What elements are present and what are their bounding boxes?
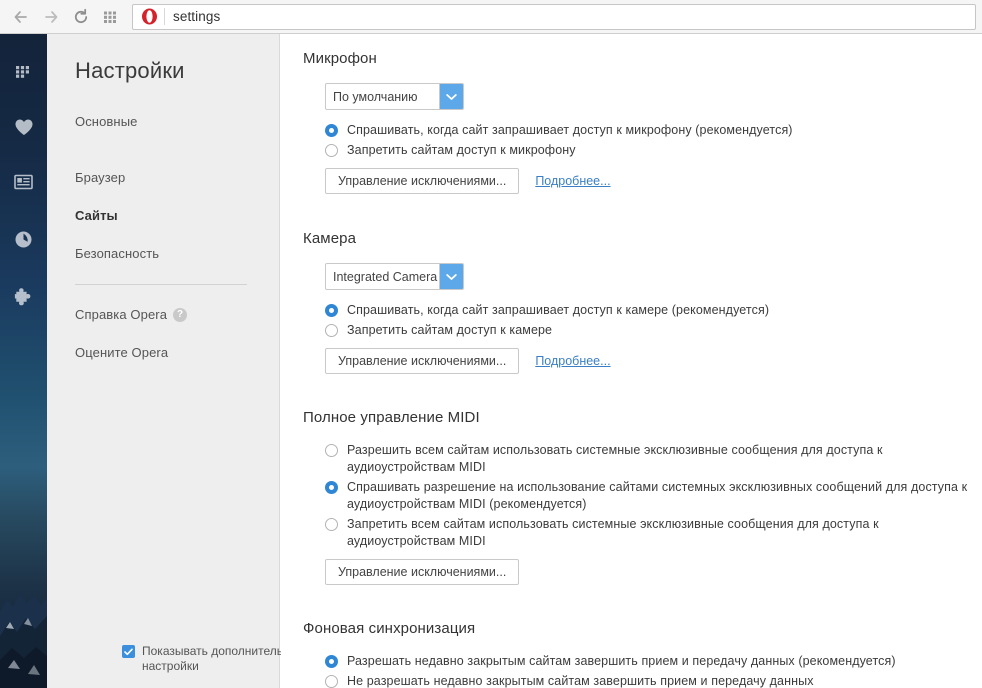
settings-nav-panel: Настройки Основные Браузер Сайты Безопас… [47, 34, 305, 688]
news-icon [13, 173, 34, 191]
background-sync-option-block-label: Не разрешать недавно закрытым сайтам зав… [347, 674, 814, 688]
radio-button [325, 304, 338, 317]
camera-learn-more-link[interactable]: Подробнее... [535, 354, 610, 368]
sidebar-item-sites[interactable]: Сайты [75, 208, 260, 223]
radio-button [325, 124, 338, 137]
section-title-microphone: Микрофон [303, 50, 377, 67]
browser-toolbar: settings [0, 0, 982, 34]
rail-item-news[interactable] [0, 167, 47, 197]
address-bar[interactable]: settings [132, 3, 976, 30]
speed-dial-grid-icon [103, 9, 119, 25]
sidebar-item-browser[interactable]: Браузер [75, 170, 260, 185]
microphone-manage-exceptions-button[interactable]: Управление исключениями... [325, 168, 520, 194]
back-button[interactable] [6, 4, 36, 30]
rail-item-speed-dial[interactable] [0, 56, 47, 86]
clock-icon [14, 230, 33, 249]
question-mark-icon: ? [173, 307, 188, 322]
radio-button [325, 481, 338, 494]
puzzle-icon [14, 287, 33, 306]
camera-device-select[interactable]: Integrated Camera ( [325, 263, 464, 290]
page-title: Настройки [75, 58, 185, 83]
radio-button [325, 675, 338, 688]
section-title-background-sync: Фоновая синхронизация [303, 620, 476, 637]
sidebar-item-rate-opera[interactable]: Оцените Opera [75, 345, 260, 360]
background-sync-option-allow[interactable]: Разрешать недавно закрытым сайтам заверш… [325, 653, 982, 670]
microphone-option-block[interactable]: Запретить сайтам доступ к микрофону [325, 142, 982, 159]
radio-button [325, 518, 338, 531]
opera-logo-icon [139, 7, 159, 27]
sidebar-item-help-label: Справка Opera [75, 307, 168, 322]
midi-actions: Управление исключениями... [325, 559, 982, 585]
sidebar-item-help[interactable]: Справка Opera ? [75, 307, 260, 322]
address-separator [164, 8, 165, 25]
rail-item-extensions[interactable] [0, 281, 47, 311]
midi-option-ask-label: Спрашивать разрешение на использование с… [347, 480, 968, 511]
microphone-learn-more-link[interactable]: Подробнее... [535, 174, 610, 188]
speed-dial-button[interactable] [96, 4, 126, 30]
section-title-midi: Полное управление MIDI [303, 409, 480, 426]
microphone-device-value: По умолчанию [333, 89, 418, 104]
sidebar-icon-rail [0, 34, 47, 688]
microphone-option-ask-label: Спрашивать, когда сайт запрашивает досту… [347, 123, 793, 137]
camera-option-block-label: Запретить сайтам доступ к камере [347, 323, 553, 337]
radio-button [325, 324, 338, 337]
microphone-option-block-label: Запретить сайтам доступ к микрофону [347, 143, 576, 157]
camera-actions: Управление исключениями... Подробнее... [325, 348, 982, 374]
midi-option-allow[interactable]: Разрешить всем сайтам использовать систе… [325, 442, 982, 476]
settings-content: Микрофон По умолчанию Спрашивать, когда … [281, 34, 982, 688]
forward-arrow-icon [42, 8, 60, 26]
rail-item-bookmarks[interactable] [0, 112, 47, 142]
chevron-down-icon [439, 264, 463, 289]
background-sync-option-allow-label: Разрешать недавно закрытым сайтам заверш… [347, 654, 896, 668]
rail-item-history[interactable] [0, 224, 47, 254]
microphone-option-ask[interactable]: Спрашивать, когда сайт запрашивает досту… [325, 122, 982, 139]
wallpaper-mountain-image [0, 594, 47, 688]
speed-dial-grid-icon [15, 63, 32, 80]
background-sync-option-block[interactable]: Не разрешать недавно закрытым сайтам зав… [325, 673, 982, 688]
chevron-down-icon [439, 84, 463, 109]
sidebar-item-general[interactable]: Основные [75, 114, 260, 129]
sidebar-item-security[interactable]: Безопасность [75, 246, 260, 261]
midi-option-block[interactable]: Запретить всем сайтам использовать систе… [325, 516, 982, 550]
microphone-device-select[interactable]: По умолчанию [325, 83, 464, 110]
reload-icon [72, 8, 90, 26]
section-title-camera: Камера [303, 230, 357, 247]
section-midi: Полное управление MIDI Разрешить всем са… [303, 409, 982, 585]
midi-manage-exceptions-button[interactable]: Управление исключениями... [325, 559, 520, 585]
section-microphone: Микрофон По умолчанию Спрашивать, когда … [303, 50, 982, 194]
reload-button[interactable] [66, 4, 96, 30]
radio-button [325, 444, 338, 457]
microphone-actions: Управление исключениями... Подробнее... [325, 168, 982, 194]
radio-button [325, 144, 338, 157]
checkmark-icon [122, 645, 135, 658]
camera-manage-exceptions-button[interactable]: Управление исключениями... [325, 348, 520, 374]
midi-option-allow-label: Разрешить всем сайтам использовать систе… [347, 443, 883, 474]
midi-option-block-label: Запретить всем сайтам использовать систе… [347, 517, 879, 548]
midi-option-ask[interactable]: Спрашивать разрешение на использование с… [325, 479, 982, 513]
section-background-sync: Фоновая синхронизация Разрешать недавно … [303, 620, 982, 688]
section-camera: Камера Integrated Camera ( Спрашивать, к… [303, 230, 982, 374]
address-input-text[interactable]: settings [173, 9, 220, 24]
camera-device-value: Integrated Camera ( [333, 269, 439, 284]
settings-nav-list: Основные Браузер Сайты Безопасность Спра… [75, 114, 260, 360]
camera-option-ask-label: Спрашивать, когда сайт запрашивает досту… [347, 303, 770, 317]
camera-option-block[interactable]: Запретить сайтам доступ к камере [325, 322, 982, 339]
camera-option-ask[interactable]: Спрашивать, когда сайт запрашивает досту… [325, 302, 982, 319]
forward-button[interactable] [36, 4, 66, 30]
heart-icon [14, 118, 34, 137]
back-arrow-icon [12, 8, 30, 26]
radio-button [325, 655, 338, 668]
